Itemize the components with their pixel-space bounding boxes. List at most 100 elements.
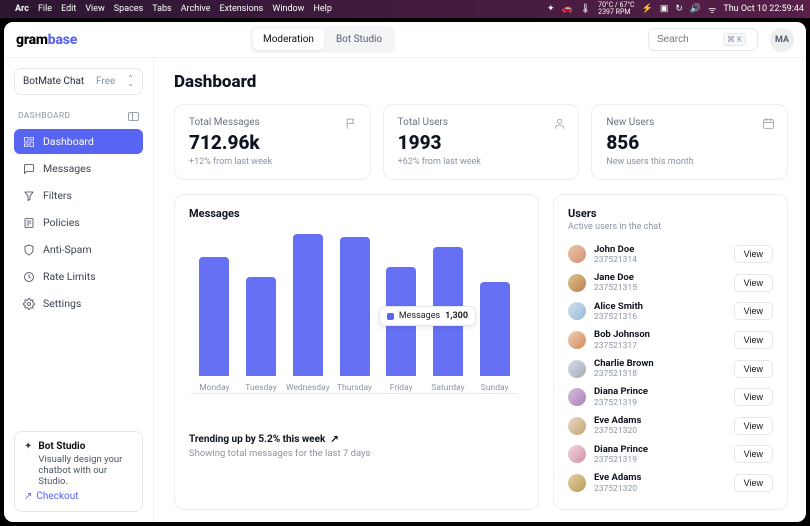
main-content: Dashboard Total Messages 712.96k +12% fr… xyxy=(154,58,806,522)
sidebar-item-dashboard[interactable]: Dashboard xyxy=(14,129,143,154)
page-title: Dashboard xyxy=(174,72,788,92)
bar-fill xyxy=(480,282,510,376)
bar-fill xyxy=(199,257,229,376)
bar-label: Sunday xyxy=(481,383,509,393)
users-list: John Doe237521314ViewJane Doe237521315Vi… xyxy=(568,240,773,497)
user-name: Charlie Brown xyxy=(594,358,726,369)
view-user-button[interactable]: View xyxy=(734,360,773,378)
menubar-item[interactable]: View xyxy=(85,4,104,14)
menubar-app[interactable]: Arc xyxy=(15,4,29,14)
workspace-plan: Free xyxy=(96,76,115,87)
user-row: Charlie Brown237521318 View xyxy=(568,354,773,383)
bar-label: Monday xyxy=(199,383,229,393)
view-user-button[interactable]: View xyxy=(734,274,773,292)
messages-chart-card: Messages MondayTuesdayWednesdayThursdayF… xyxy=(174,194,539,510)
view-user-button[interactable]: View xyxy=(734,417,773,435)
gear-icon xyxy=(22,297,35,310)
wifi-icon[interactable]: ᯤ xyxy=(708,3,716,16)
menubar-item[interactable]: Extensions xyxy=(219,4,263,14)
mac-menubar: Arc File Edit View Spaces Tabs Archive E… xyxy=(0,0,810,18)
section-text: DASHBOARD xyxy=(18,111,70,121)
user-id: 237521316 xyxy=(594,312,726,322)
chart-bar[interactable]: Tuesday xyxy=(238,234,285,393)
app-logo[interactable]: grambase xyxy=(16,32,77,48)
user-avatar-icon xyxy=(568,417,586,435)
menubar-item[interactable]: Help xyxy=(313,4,331,14)
sidebar-item-ratelimits[interactable]: Rate Limits xyxy=(14,264,143,289)
user-avatar[interactable]: MA xyxy=(770,28,794,52)
user-id: 237521320 xyxy=(594,426,726,436)
user-row: Diana Prince237521319 View xyxy=(568,440,773,469)
bolt-icon[interactable]: ⚡ xyxy=(642,4,653,14)
user-name: John Doe xyxy=(594,244,726,255)
view-user-button[interactable]: View xyxy=(734,474,773,492)
panel-toggle-icon[interactable] xyxy=(128,112,139,121)
view-user-button[interactable]: View xyxy=(734,245,773,263)
user-row: Eve Adams237521320 View xyxy=(568,469,773,498)
stat-label: Total Users xyxy=(398,117,565,128)
sidebar-item-label: Policies xyxy=(43,216,80,229)
view-user-button[interactable]: View xyxy=(734,388,773,406)
sidebar-item-filters[interactable]: Filters xyxy=(14,183,143,208)
battery-icon[interactable]: ▣ xyxy=(660,4,669,14)
sidebar-item-label: Settings xyxy=(43,297,81,310)
tab-moderation[interactable]: Moderation xyxy=(253,29,324,50)
tab-bot-studio[interactable]: Bot Studio xyxy=(326,29,392,50)
app-window: grambase Moderation Bot Studio ⌘ K MA Bo… xyxy=(4,22,806,522)
stat-delta: +62% from last week xyxy=(398,157,565,167)
menubar-item[interactable]: File xyxy=(38,4,52,14)
user-name: Diana Prince xyxy=(594,386,726,397)
user-info: Alice Smith237521316 xyxy=(594,301,726,323)
flag-icon xyxy=(345,117,358,130)
menubar-left: Arc File Edit View Spaces Tabs Archive E… xyxy=(6,4,332,14)
workspace-selector[interactable]: BotMate Chat Free ⌃⌄ xyxy=(14,68,143,95)
menubar-datetime[interactable]: Thu Oct 10 22:59:44 xyxy=(723,4,804,14)
user-info: Eve Adams237521320 xyxy=(594,472,726,494)
chart-title: Messages xyxy=(189,207,524,220)
chart-bar[interactable]: Sunday xyxy=(471,234,518,393)
user-row: Alice Smith237521316 View xyxy=(568,297,773,326)
menubar-item[interactable]: Archive xyxy=(181,4,211,14)
search-field[interactable]: ⌘ K xyxy=(648,28,758,51)
user-row: Bob Johnson237521317View xyxy=(568,326,773,355)
users-subtitle: Active users in the chat xyxy=(568,222,773,232)
status-icon[interactable]: ✦ xyxy=(547,4,555,14)
view-user-button[interactable]: View xyxy=(734,331,773,349)
user-info: Diana Prince237521319 xyxy=(594,386,726,408)
user-info: Diana Prince237521319 xyxy=(594,444,726,466)
users-card: Users Active users in the chat John Doe2… xyxy=(553,194,788,510)
volume-icon[interactable]: 🔊 xyxy=(690,4,701,14)
user-avatar-icon xyxy=(568,388,586,406)
chart-bar[interactable]: Wednesday xyxy=(284,234,331,393)
shield-icon xyxy=(22,243,35,256)
menubar-item[interactable]: Window xyxy=(272,4,304,14)
stat-label: New Users xyxy=(606,117,773,128)
chart-bar[interactable]: Thursday xyxy=(331,234,378,393)
menubar-item[interactable]: Tabs xyxy=(152,4,171,14)
user-avatar-icon xyxy=(568,360,586,378)
view-user-button[interactable]: View xyxy=(734,445,773,463)
sidebar-item-label: Anti-Spam xyxy=(43,243,92,256)
temperature-readout[interactable]: 70°C / 67°C 2397 RPM xyxy=(598,2,634,16)
search-input[interactable] xyxy=(657,34,717,45)
thermometer-icon[interactable]: 🌡 xyxy=(580,4,591,14)
sidebar-item-settings[interactable]: Settings xyxy=(14,291,143,316)
trend-text: Trending up by 5.2% this week ↗ xyxy=(189,434,524,445)
sync-icon[interactable]: ↻ xyxy=(675,4,683,14)
chart-bar[interactable]: Monday xyxy=(191,234,238,393)
user-id: 237521318 xyxy=(594,369,726,379)
trend-label: Trending up by 5.2% this week xyxy=(189,434,325,445)
sidebar-item-policies[interactable]: Policies xyxy=(14,210,143,235)
promo-cta-link[interactable]: ↗ Checkout xyxy=(24,491,133,502)
status-icon[interactable]: 🚗 xyxy=(562,4,573,14)
chart-footer: Trending up by 5.2% this week ↗ Showing … xyxy=(189,434,524,459)
sidebar-item-antispam[interactable]: Anti-Spam xyxy=(14,237,143,262)
menubar-item[interactable]: Edit xyxy=(61,4,76,14)
menubar-item[interactable]: Spaces xyxy=(114,4,143,14)
stat-value: 856 xyxy=(606,131,773,154)
trending-up-icon: ↗ xyxy=(330,434,338,445)
sidebar-item-messages[interactable]: Messages xyxy=(14,156,143,181)
user-id: 237521320 xyxy=(594,484,726,494)
user-info: Charlie Brown237521318 xyxy=(594,358,726,380)
view-user-button[interactable]: View xyxy=(734,302,773,320)
